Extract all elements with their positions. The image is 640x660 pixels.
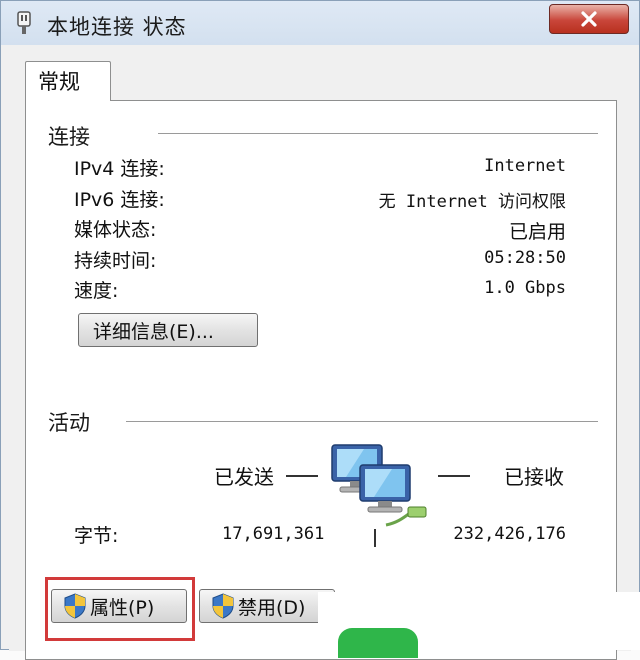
close-button[interactable]: [549, 4, 629, 34]
bytes-separator: [374, 529, 376, 547]
watermark-logo: [338, 628, 418, 658]
duration-label: 持续时间:: [74, 250, 157, 272]
sent-dash: [286, 475, 318, 477]
title-bar[interactable]: 本地连接 状态: [1, 1, 639, 45]
properties-highlight-box: [45, 577, 195, 641]
ipv6-label: IPv6 连接:: [74, 189, 165, 211]
ipv6-value: 无 Internet 访问权限: [378, 192, 566, 212]
network-computers-icon: [331, 444, 427, 527]
window-title: 本地连接 状态: [47, 15, 187, 39]
connection-group-title: 连接: [48, 125, 90, 149]
activity-divider: [126, 421, 598, 422]
network-adapter-icon: [17, 11, 31, 34]
ipv4-label: IPv4 连接:: [74, 158, 165, 180]
dialog-client-area: 常规 连接 IPv4 连接: Internet IPv6 连接: 无 Inter…: [9, 45, 631, 660]
disable-button[interactable]: 禁用(D): [199, 589, 335, 623]
speed-value: 1.0 Gbps: [484, 278, 566, 298]
close-icon: [581, 11, 597, 27]
bytes-label: 字节:: [74, 525, 119, 547]
bytes-received-value: 232,426,176: [453, 524, 566, 544]
received-label: 已接收: [504, 465, 564, 489]
speed-label: 速度:: [74, 280, 119, 302]
details-button[interactable]: 详细信息(E)...: [78, 313, 258, 347]
received-dash: [438, 475, 470, 477]
tab-general[interactable]: 常规: [25, 61, 111, 101]
disable-button-label: 禁用(D): [238, 596, 306, 619]
uac-shield-icon: [212, 593, 234, 619]
duration-value: 05:28:50: [484, 248, 566, 268]
dialog-window: 本地连接 状态 常规 连接 IPv4 连接: Internet IPv6 连接:…: [0, 0, 640, 660]
ipv4-value: Internet: [484, 156, 566, 176]
tab-general-label: 常规: [38, 70, 80, 94]
watermark-overlay: [318, 592, 640, 658]
general-tab-panel: 连接 IPv4 连接: Internet IPv6 连接: 无 Internet…: [25, 100, 617, 660]
connection-divider: [158, 133, 598, 134]
bytes-sent-value: 17,691,361: [222, 524, 325, 544]
sent-label: 已发送: [214, 465, 274, 489]
media-state-value: 已启用: [508, 221, 566, 243]
media-state-label: 媒体状态:: [74, 219, 157, 241]
activity-group-title: 活动: [48, 411, 90, 435]
